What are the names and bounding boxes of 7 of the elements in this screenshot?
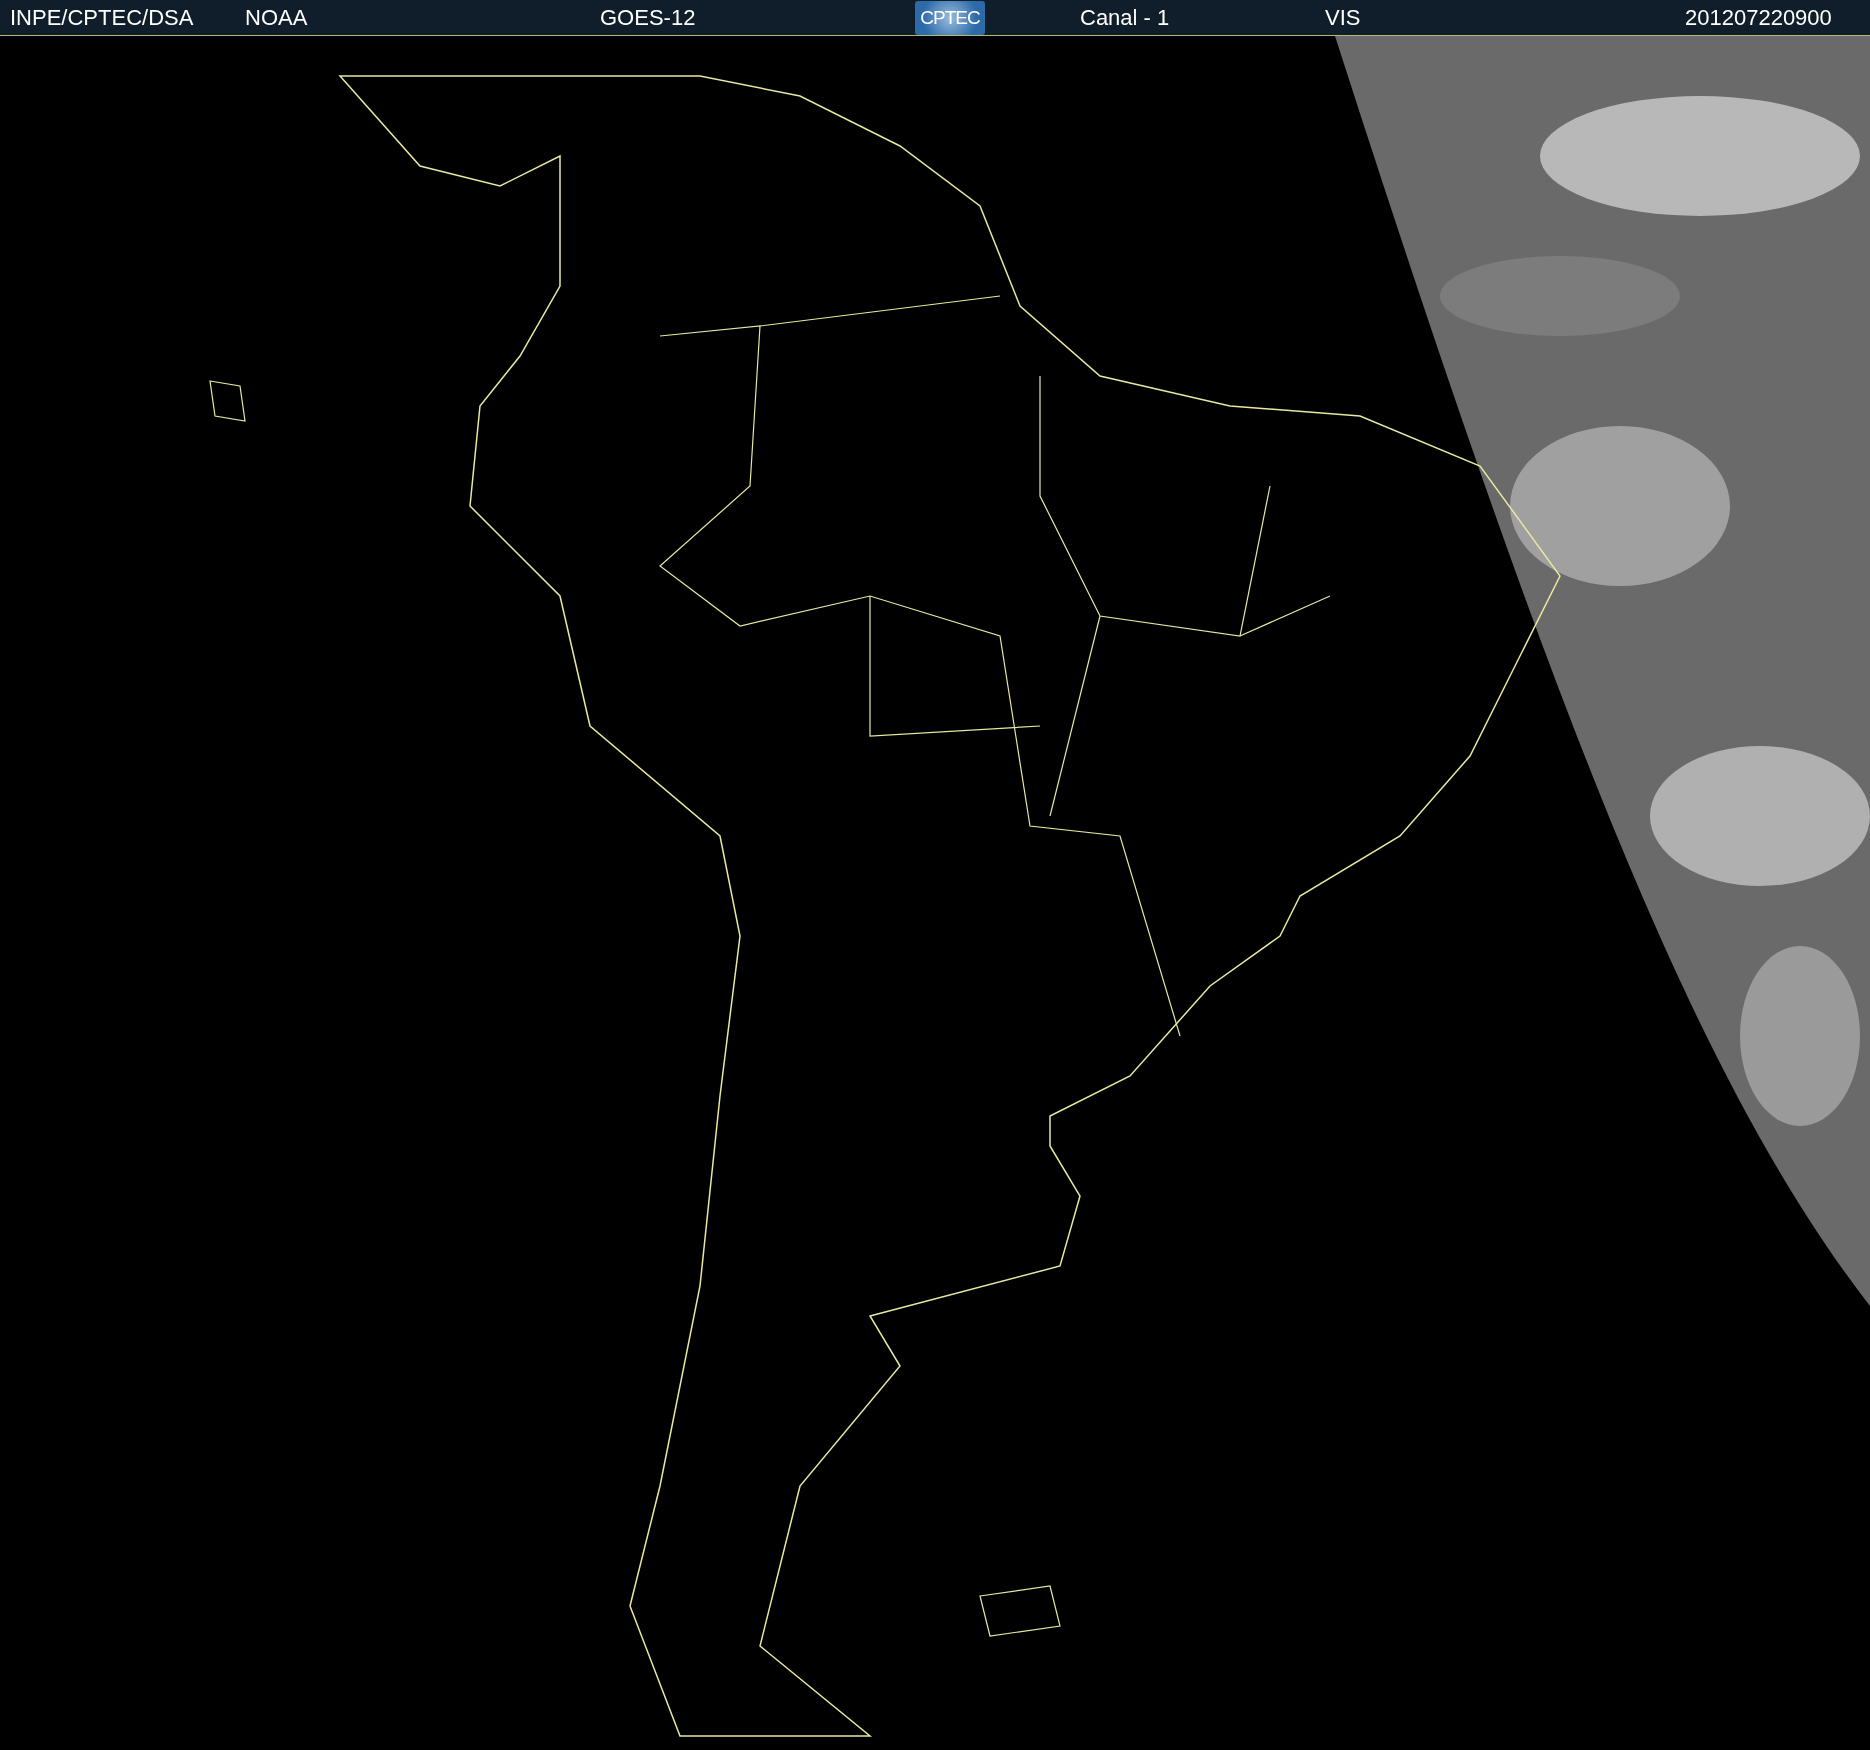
channel-label: Canal - 1 [1080,4,1171,31]
logo: CPTEC [915,0,985,35]
agency-label: NOAA [245,4,309,31]
satellite-label: GOES-12 [600,4,697,31]
source-label: INPE/CPTEC/DSA [10,4,195,31]
timestamp-label: 201207220900 [1685,4,1832,31]
band-label: VIS [1325,4,1362,31]
